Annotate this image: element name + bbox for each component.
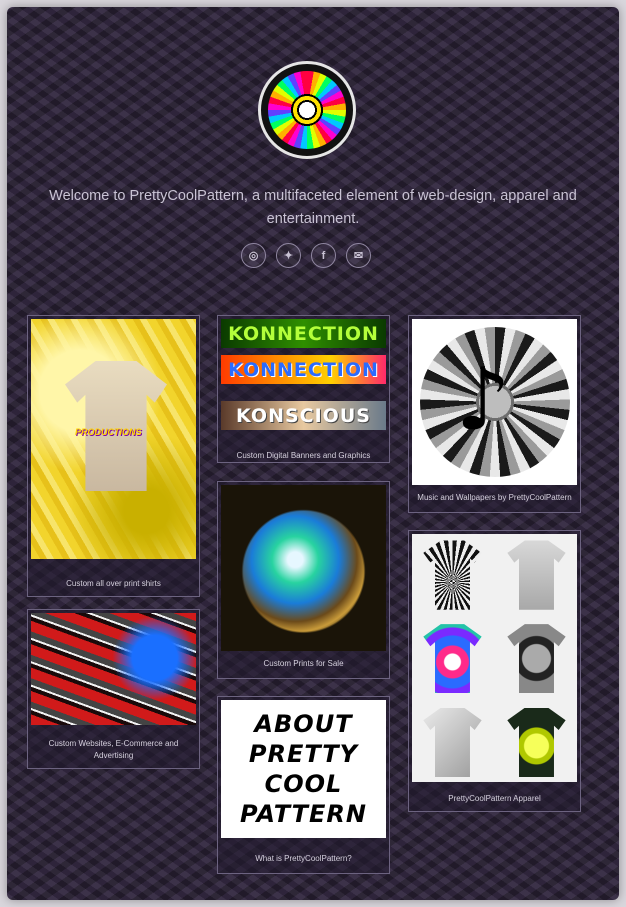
banner-1: KONNECTION <box>221 319 386 348</box>
websites-caption[interactable]: Custom Websites, E-Commerce and Advertis… <box>32 738 195 762</box>
instagram-icon[interactable]: ◎ <box>241 243 266 268</box>
card-banners[interactable]: KONNECTION KONNECTION KONSCIOUS Custom D… <box>217 315 390 463</box>
twitter-icon[interactable]: ✦ <box>276 243 301 268</box>
card-shirts[interactable]: PRODUCTIONS Custom all over print shirts <box>27 315 200 597</box>
card-music[interactable]: ♪ Music and Wallpapers by PrettyCoolPatt… <box>408 315 581 513</box>
music-caption[interactable]: Music and Wallpapers by PrettyCoolPatter… <box>413 492 576 504</box>
banner-2: KONNECTION <box>221 355 386 384</box>
websites-image[interactable] <box>31 613 196 725</box>
card-about[interactable]: ABOUT PRETTY COOL PATTERN What is Pretty… <box>217 696 390 874</box>
banners-caption[interactable]: Custom Digital Banners and Graphics <box>222 450 385 462</box>
welcome-text: Welcome to PrettyCoolPattern, a multifac… <box>49 188 577 227</box>
apparel-image[interactable] <box>412 534 577 782</box>
card-websites[interactable]: Custom Websites, E-Commerce and Advertis… <box>27 609 200 769</box>
social-links: ◎ ✦ f ✉ <box>241 243 371 268</box>
page-frame: Welcome to PrettyCoolPattern, a multifac… <box>7 7 619 900</box>
email-icon[interactable]: ✉ <box>346 243 371 268</box>
music-image[interactable]: ♪ <box>412 319 577 485</box>
mandala-logo-icon <box>268 71 346 149</box>
shirts-image[interactable]: PRODUCTIONS <box>31 319 196 559</box>
about-image[interactable]: ABOUT PRETTY COOL PATTERN <box>221 700 386 838</box>
apparel-caption[interactable]: PrettyCoolPattern Apparel <box>413 793 576 805</box>
about-heading: ABOUT PRETTY COOL PATTERN <box>240 710 367 828</box>
banners-image[interactable]: KONNECTION KONNECTION KONSCIOUS <box>221 319 386 437</box>
facebook-icon[interactable]: f <box>311 243 336 268</box>
card-apparel[interactable]: PrettyCoolPattern Apparel <box>408 530 581 812</box>
disc-graphic: ♪ <box>419 327 570 477</box>
productions-label: PRODUCTIONS <box>75 427 142 437</box>
prints-image[interactable] <box>221 485 386 651</box>
music-note-icon: ♪ <box>455 350 511 450</box>
about-caption[interactable]: What is PrettyCoolPattern? <box>222 853 385 865</box>
shirts-caption[interactable]: Custom all over print shirts <box>32 578 195 590</box>
banner-3: KONSCIOUS <box>221 401 386 430</box>
site-logo[interactable] <box>258 61 356 159</box>
prints-caption[interactable]: Custom Prints for Sale <box>222 658 385 670</box>
card-prints[interactable]: Custom Prints for Sale <box>217 481 390 679</box>
